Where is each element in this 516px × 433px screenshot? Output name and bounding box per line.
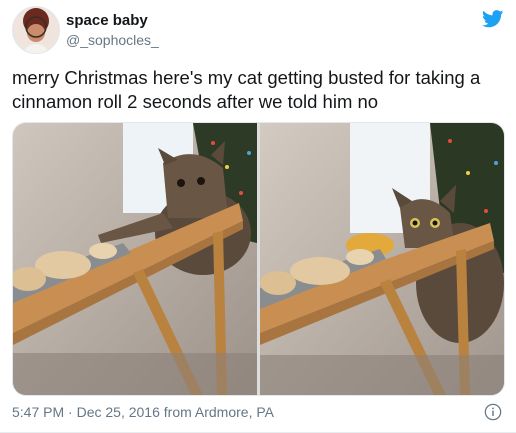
- avatar[interactable]: [12, 6, 60, 54]
- tweet-date[interactable]: Dec 25, 2016: [77, 404, 160, 420]
- cat-photo-2[interactable]: [260, 123, 504, 395]
- tweet-location[interactable]: from Ardmore, PA: [160, 404, 274, 420]
- media-grid: [12, 122, 505, 396]
- separator: ·: [64, 404, 77, 420]
- twitter-bird-icon[interactable]: [482, 10, 504, 28]
- user-handle[interactable]: @_sophocles_: [66, 32, 159, 48]
- display-name[interactable]: space baby: [66, 12, 148, 29]
- info-icon[interactable]: [484, 403, 502, 421]
- cat-photo-1[interactable]: [13, 123, 257, 395]
- tweet-time[interactable]: 5:47 PM: [12, 404, 64, 420]
- tweet-metadata: 5:47 PM · Dec 25, 2016 from Ardmore, PA: [12, 404, 274, 420]
- tweet-card: space baby @_sophocles_ merry Christmas …: [0, 0, 516, 433]
- tweet-text: merry Christmas here's my cat getting bu…: [12, 67, 481, 112]
